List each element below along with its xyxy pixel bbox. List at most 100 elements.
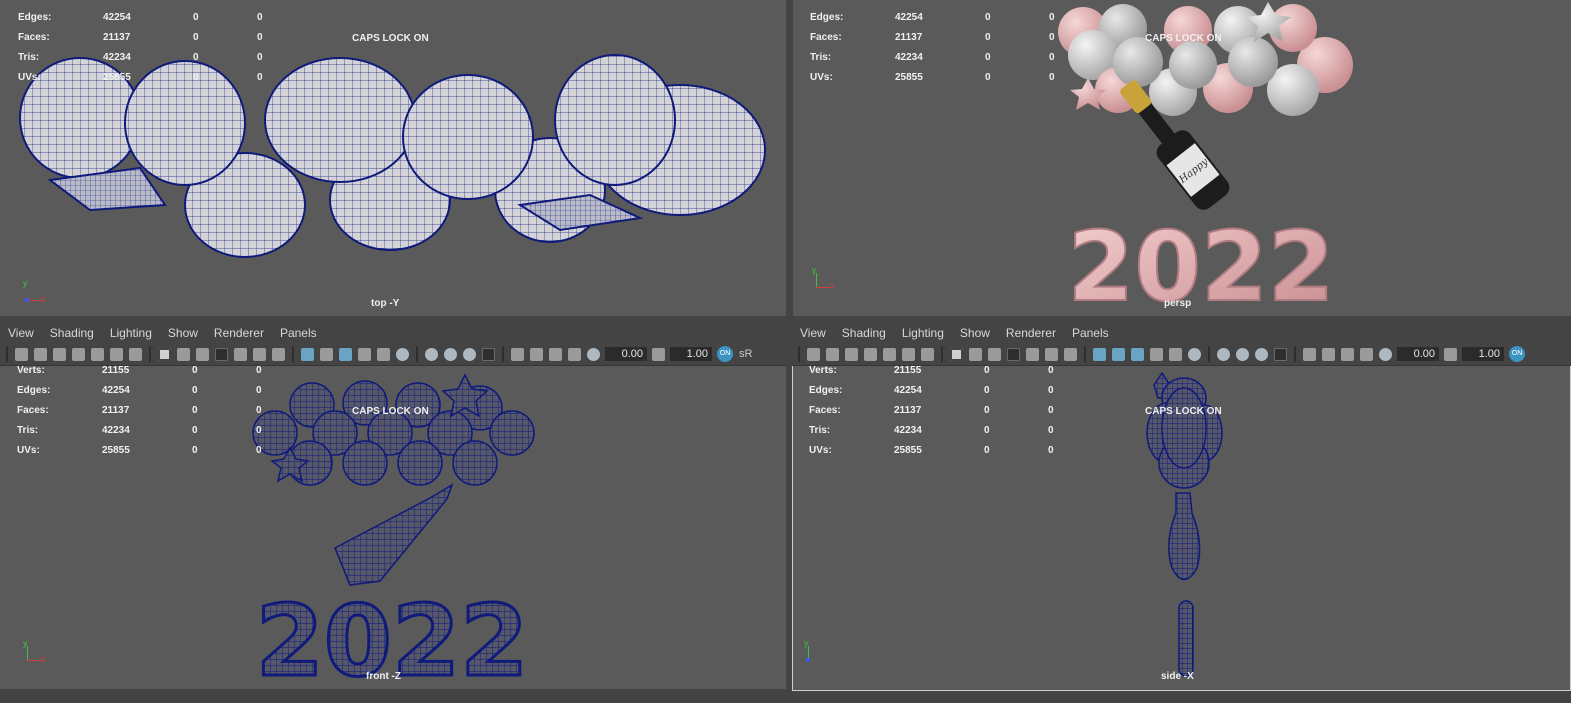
caps-lock-indicator: CAPS LOCK ON <box>1145 33 1222 44</box>
stat-value: 21155 <box>103 0 193 8</box>
stat-label: Faces: <box>809 405 841 416</box>
stat-label: Faces: <box>17 405 49 416</box>
stat-value: 0 <box>256 445 262 456</box>
stat-label: Tris: <box>809 425 831 436</box>
stat-value: 21155 <box>102 365 130 376</box>
stat-value: 0 <box>1048 425 1054 436</box>
stat-label: UVs: <box>809 445 832 456</box>
stat-value: 0 <box>984 385 990 396</box>
view-axis-gizmo: y x <box>22 638 46 665</box>
stat-label: UVs: <box>810 72 833 83</box>
poly-count-hud: Verts:2115500 Edges:4225400 Faces:211370… <box>809 361 1054 461</box>
axis-y-line <box>27 646 28 661</box>
stat-value: 0 <box>1049 72 1055 83</box>
stat-value: 0 <box>256 365 262 376</box>
stat-value: 21137 <box>102 405 130 416</box>
stat-label: Faces: <box>18 32 50 43</box>
stat-value: 0 <box>193 0 257 8</box>
stat-value: 0 <box>257 52 263 63</box>
stat-value: 0 <box>193 12 199 23</box>
stat-value: 0 <box>984 365 990 376</box>
caps-lock-indicator: CAPS LOCK ON <box>352 33 429 44</box>
stat-value: 42234 <box>102 425 130 436</box>
stat-label: Tris: <box>17 425 39 436</box>
camera-name-label: persp <box>1164 298 1192 309</box>
stat-value: 0 <box>984 425 990 436</box>
stat-value: 0 <box>257 0 263 8</box>
stat-label: Faces: <box>810 32 842 43</box>
stat-label: Tris: <box>18 52 40 63</box>
viewport-front[interactable]: View Shading Lighting Show Renderer Pane… <box>0 323 786 689</box>
stat-value: 0 <box>256 405 262 416</box>
axis-x-label: x <box>41 654 46 664</box>
caps-lock-indicator: CAPS LOCK ON <box>352 406 429 417</box>
axis-y-line <box>816 273 817 288</box>
stat-value: 0 <box>257 32 263 43</box>
pane-divider[interactable] <box>0 316 1571 322</box>
poly-count-hud: Verts:2115500 Edges:4225400 Faces:211370… <box>18 0 263 88</box>
stat-value: 21137 <box>103 32 131 43</box>
axis-x-label: x <box>830 281 835 291</box>
stat-label: Edges: <box>18 12 52 23</box>
stat-value: 0 <box>193 52 199 63</box>
stat-value: 21137 <box>895 32 923 43</box>
poly-count-hud: Verts:2115500 Edges:4225400 Faces:211370… <box>810 0 1055 88</box>
stat-value: 0 <box>256 385 262 396</box>
stat-value: 0 <box>256 425 262 436</box>
caps-lock-indicator: CAPS LOCK ON <box>1145 406 1222 417</box>
stat-value: 0 <box>1049 0 1055 8</box>
stat-value: 0 <box>257 12 263 23</box>
stat-value: 0 <box>192 365 198 376</box>
stat-value: 0 <box>984 445 990 456</box>
stat-value: 42254 <box>103 12 131 23</box>
stat-value: 21137 <box>894 405 922 416</box>
poly-count-hud: Verts:2115500 Edges:4225400 Faces:211370… <box>17 361 262 461</box>
stat-value: 25855 <box>894 445 922 456</box>
axis-x-line <box>27 300 41 301</box>
axis-x-line <box>27 660 41 661</box>
camera-name-label: top -Y <box>371 298 400 309</box>
stat-value: 42254 <box>102 385 130 396</box>
stat-value: 42254 <box>895 12 923 23</box>
stat-value: 0 <box>1048 385 1054 396</box>
stat-value: 0 <box>1049 52 1055 63</box>
stat-label: Verts: <box>810 0 895 8</box>
stat-value: 0 <box>1048 365 1054 376</box>
camera-name-label: front -Z <box>366 671 401 682</box>
stat-value: 0 <box>984 405 990 416</box>
stat-value: 0 <box>985 0 1049 8</box>
stat-value: 42234 <box>895 52 923 63</box>
stat-value: 0 <box>192 425 198 436</box>
stat-value: 25855 <box>103 72 131 83</box>
view-axis-gizmo: y x <box>811 265 835 292</box>
viewport-persp[interactable]: Happy 2022 Verts:2115500 Edges:4225400 F… <box>793 0 1571 316</box>
axis-y-label: y <box>23 278 28 288</box>
stat-value: 0 <box>192 445 198 456</box>
stat-value: 0 <box>1048 405 1054 416</box>
stat-value: 0 <box>257 72 263 83</box>
stat-label: Edges: <box>17 385 51 396</box>
stat-value: 0 <box>985 32 991 43</box>
year-foil-balloons: 2022 <box>1067 211 1334 316</box>
stat-label: UVs: <box>18 72 41 83</box>
stat-label: Edges: <box>809 385 843 396</box>
camera-name-label: side -X <box>1161 671 1194 682</box>
viewport-top[interactable]: Verts:2115500 Edges:4225400 Faces:211370… <box>0 0 786 316</box>
stat-value: 42254 <box>894 385 922 396</box>
stat-value: 42234 <box>894 425 922 436</box>
stat-value: 42234 <box>103 52 131 63</box>
stat-value: 0 <box>985 72 991 83</box>
view-axis-gizmo: y x <box>803 638 827 665</box>
stat-label: Edges: <box>810 12 844 23</box>
stat-value: 21155 <box>895 0 985 8</box>
axis-x-line <box>816 287 830 288</box>
stat-value: 0 <box>192 405 198 416</box>
stat-value: 0 <box>192 385 198 396</box>
stat-value: 25855 <box>895 72 923 83</box>
stat-value: 0 <box>1049 32 1055 43</box>
viewport-side[interactable]: View Shading Lighting Show Renderer Pane… <box>792 323 1571 691</box>
stat-value: 0 <box>1049 12 1055 23</box>
stat-value: 0 <box>193 32 199 43</box>
stat-value: 25855 <box>102 445 130 456</box>
stat-value: 21155 <box>894 365 922 376</box>
